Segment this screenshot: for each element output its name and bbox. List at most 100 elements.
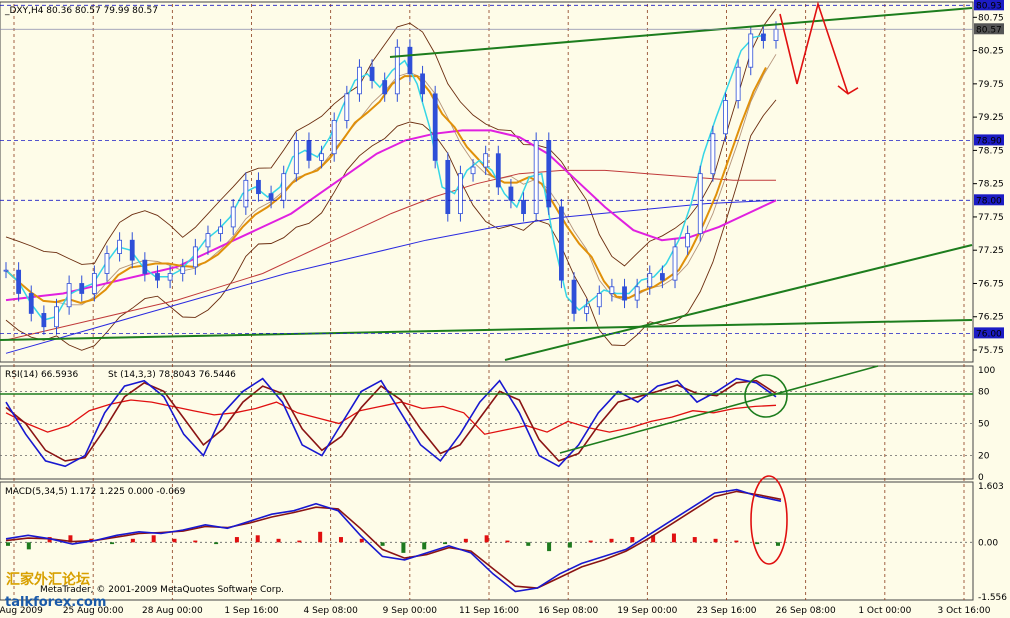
y-tick-label: 78.25 [978,180,1004,190]
price-bar-body [167,273,173,281]
price-bar-body [256,179,261,195]
macd-histogram-bar [193,540,198,543]
macd-histogram-bar [484,535,489,543]
macd-histogram-bar [255,535,260,543]
macd-histogram-bar [713,538,718,543]
x-tick-label: 1 Oct 00:00 [858,606,911,616]
y-tick-label: 80.25 [978,47,1004,57]
y-tick-label: 79.75 [978,80,1004,90]
logo-watermark: 汇家外汇论坛 [6,571,90,588]
level-tag-label: 78.00 [976,196,1002,206]
macd-histogram-bar [734,540,739,543]
macd-tick-label: -1.556 [978,593,1007,603]
price-bar-body [533,140,539,215]
price-bar-body [243,179,249,208]
price-bar-body [28,293,34,314]
price-bar-body [559,206,564,281]
price-bar-body [79,283,85,294]
macd-histogram-bar [422,542,427,550]
macd-histogram-bar [338,537,343,543]
price-bar-body [634,286,640,301]
price-bar-body [584,306,590,314]
price-bar-body [344,93,350,121]
x-tick-label: 11 Sep 16:00 [459,606,519,616]
price-bar-body [205,233,211,248]
price-bar-body [508,186,514,201]
price-bar-body [672,246,678,281]
price-bar-body [748,33,754,68]
macd-histogram-bar [110,542,115,545]
x-tick-label: 4 Sep 08:00 [303,606,358,616]
macd-tick-label: 1.603 [978,482,1004,492]
chart-background [0,0,1010,618]
price-bar-body [659,273,665,281]
x-tick-label: 9 Sep 00:00 [383,606,438,616]
macd-histogram-bar [692,537,697,543]
x-tick-label: 23 Sep 16:00 [696,606,756,616]
macd-histogram-bar [214,542,219,545]
price-bar-body [192,246,198,268]
price-bar-body [458,173,463,215]
level-tag-label: 76.00 [976,329,1002,339]
y-tick-label: 76.75 [978,279,1004,289]
price-bar-body [735,66,741,101]
price-bar-body [420,73,425,95]
price-bar-body [369,66,375,81]
macd-histogram-bar [588,540,593,543]
price-bar-body [155,273,160,281]
macd-histogram-bar [463,538,468,543]
macd-histogram-bar [151,535,156,543]
main-header: _DXY,H4 80.36 80.57 79.99 80.57 [4,6,158,16]
macd-histogram-bar [567,542,572,548]
price-bar-body [41,313,47,328]
price-bar-body [319,153,324,161]
price-bar-body [357,66,362,95]
price-bar-body [495,153,501,188]
x-tick-label: 1 Sep 16:00 [224,606,279,616]
macd-histogram-bar [547,542,552,552]
macd-tick-label: 0.00 [978,538,998,548]
price-bar-body [293,140,299,175]
macd-header: MACD(5,34,5) 1.172 1.225 0.000 -0.069 [5,487,186,497]
price-bar-body [180,266,186,274]
macd-histogram-bar [172,538,177,543]
price-bar-body [622,286,627,301]
price-bar-body [16,269,22,294]
y-tick-label: 76.25 [978,313,1004,323]
x-tick-label: 16 Sep 08:00 [538,606,598,616]
y-tick-label: 80.75 [978,13,1004,23]
price-bar-body [483,153,489,168]
macd-histogram-bar [776,542,780,546]
price-bar-body [546,140,552,208]
price-bar-body [723,100,728,135]
site-watermark: talkforex.com [5,595,106,610]
price-bar-body [609,286,615,294]
y-tick-label: 77.25 [978,246,1004,256]
price-bar-body [432,93,438,161]
macd-histogram-bar [401,542,406,553]
x-tick-label: 19 Sep 00:00 [617,606,677,616]
rsi-header: RSI(14) 66.5936 [5,370,78,380]
y-tick-label: 77.75 [978,213,1004,223]
price-bar-body [596,293,602,308]
level-tag-label: 80.93 [976,1,1002,11]
price-bar-body [382,80,388,95]
price-bar-body [407,46,413,75]
price-bar-body [710,133,716,175]
price-bar-body [117,239,123,254]
price-bar-body [521,199,526,215]
price-bar-body [54,306,59,328]
rsi-tick-label: 100 [978,366,995,376]
y-tick-label: 78.75 [978,146,1004,156]
macd-histogram-bar [359,538,364,543]
level-tag-label: 80.57 [976,25,1002,35]
price-bar-body [91,273,97,294]
macd-histogram-bar [276,538,281,543]
macd-histogram-bar [505,540,510,543]
macd-histogram-bar [26,542,31,550]
price-bar-body [281,173,287,201]
price-bar-body [470,166,476,175]
macd-histogram-bar [6,542,10,546]
price-bar-body [685,233,691,248]
price-bar-body [129,239,135,261]
